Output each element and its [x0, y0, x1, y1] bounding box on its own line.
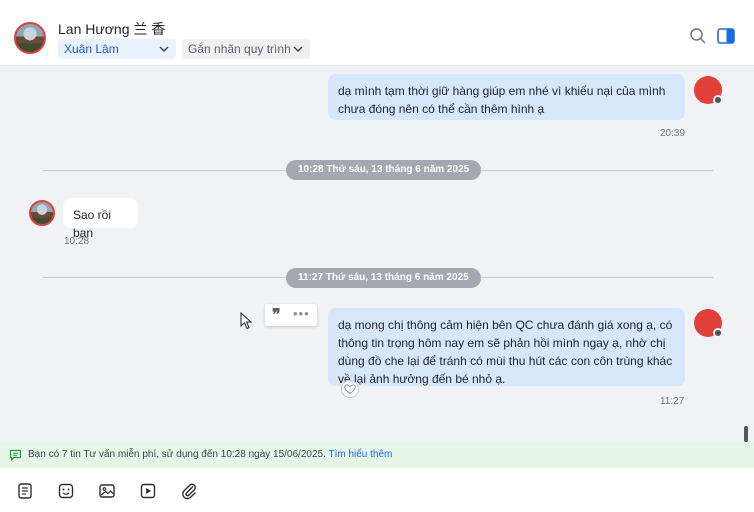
outgoing-message[interactable]: dạ mong chị thông cảm hiện bên QC chưa đ… — [328, 308, 685, 386]
chat-bubble-icon — [9, 449, 22, 461]
message-hover-actions: ❞ ••• — [265, 304, 317, 326]
message-time: 10:28 — [64, 236, 90, 247]
contact-avatar[interactable] — [29, 200, 55, 226]
group-select-label: Xuân Lâm — [64, 42, 119, 56]
outgoing-message[interactable]: dạ mình tạm thời giữ hàng giúp em nhé vì… — [328, 74, 685, 120]
message-time: 20:39 — [660, 128, 686, 139]
sticker-icon[interactable] — [57, 482, 75, 500]
date-divider: 11:27 Thứ sáu, 13 tháng 6 năm 2025 — [286, 268, 481, 288]
agent-avatar — [694, 76, 723, 105]
composer-toolbar — [0, 468, 754, 512]
heart-react-icon[interactable] — [341, 380, 359, 398]
date-divider: 10:28 Thứ sáu, 13 tháng 6 năm 2025 — [286, 160, 482, 180]
note-icon[interactable] — [16, 482, 34, 500]
incoming-message[interactable]: Sao rồi bạn — [63, 198, 138, 240]
attach-icon[interactable] — [180, 482, 198, 500]
agent-avatar — [694, 309, 723, 338]
group-select[interactable]: Xuân Lâm — [58, 39, 176, 59]
image-icon[interactable] — [98, 482, 116, 500]
label-select-label: Gắn nhãn quy trình — [188, 42, 291, 56]
side-panel-toggle-icon[interactable] — [716, 26, 736, 46]
contact-name[interactable]: Lan Hương 兰 香 — [58, 19, 165, 39]
more-options-icon[interactable]: ••• — [293, 306, 310, 321]
contact-avatar[interactable] — [14, 22, 46, 54]
message-time: 11:27 — [660, 396, 685, 407]
video-icon[interactable] — [139, 482, 157, 500]
settings-badge-icon — [713, 95, 723, 105]
message-text: dạ mong chị thông cảm hiện bên QC chưa đ… — [338, 318, 673, 386]
learn-more-link[interactable]: Tìm hiểu thêm — [328, 449, 392, 460]
quote-icon[interactable]: ❞ — [272, 305, 281, 324]
mouse-cursor-icon — [240, 312, 253, 330]
free-consult-banner: Bạn có 7 tin Tư vấn miễn phí, sử dụng đế… — [0, 442, 754, 468]
banner-text: Bạn có 7 tin Tư vấn miễn phí, sử dụng đế… — [28, 449, 326, 460]
message-text: dạ mình tạm thời giữ hàng giúp em nhé vì… — [338, 84, 666, 116]
settings-badge-icon — [713, 328, 723, 338]
scrollbar[interactable] — [744, 426, 748, 442]
chevron-down-icon — [293, 46, 303, 52]
label-select[interactable]: Gắn nhãn quy trình — [182, 39, 310, 59]
chevron-down-icon — [159, 46, 169, 52]
chat-header: Lan Hương 兰 香 Xuân Lâm Gắn nhãn quy trìn… — [0, 8, 754, 66]
message-list[interactable]: dạ mình tạm thời giữ hàng giúp em nhé vì… — [0, 66, 754, 442]
search-icon[interactable] — [688, 26, 708, 46]
top-strip — [0, 0, 754, 8]
